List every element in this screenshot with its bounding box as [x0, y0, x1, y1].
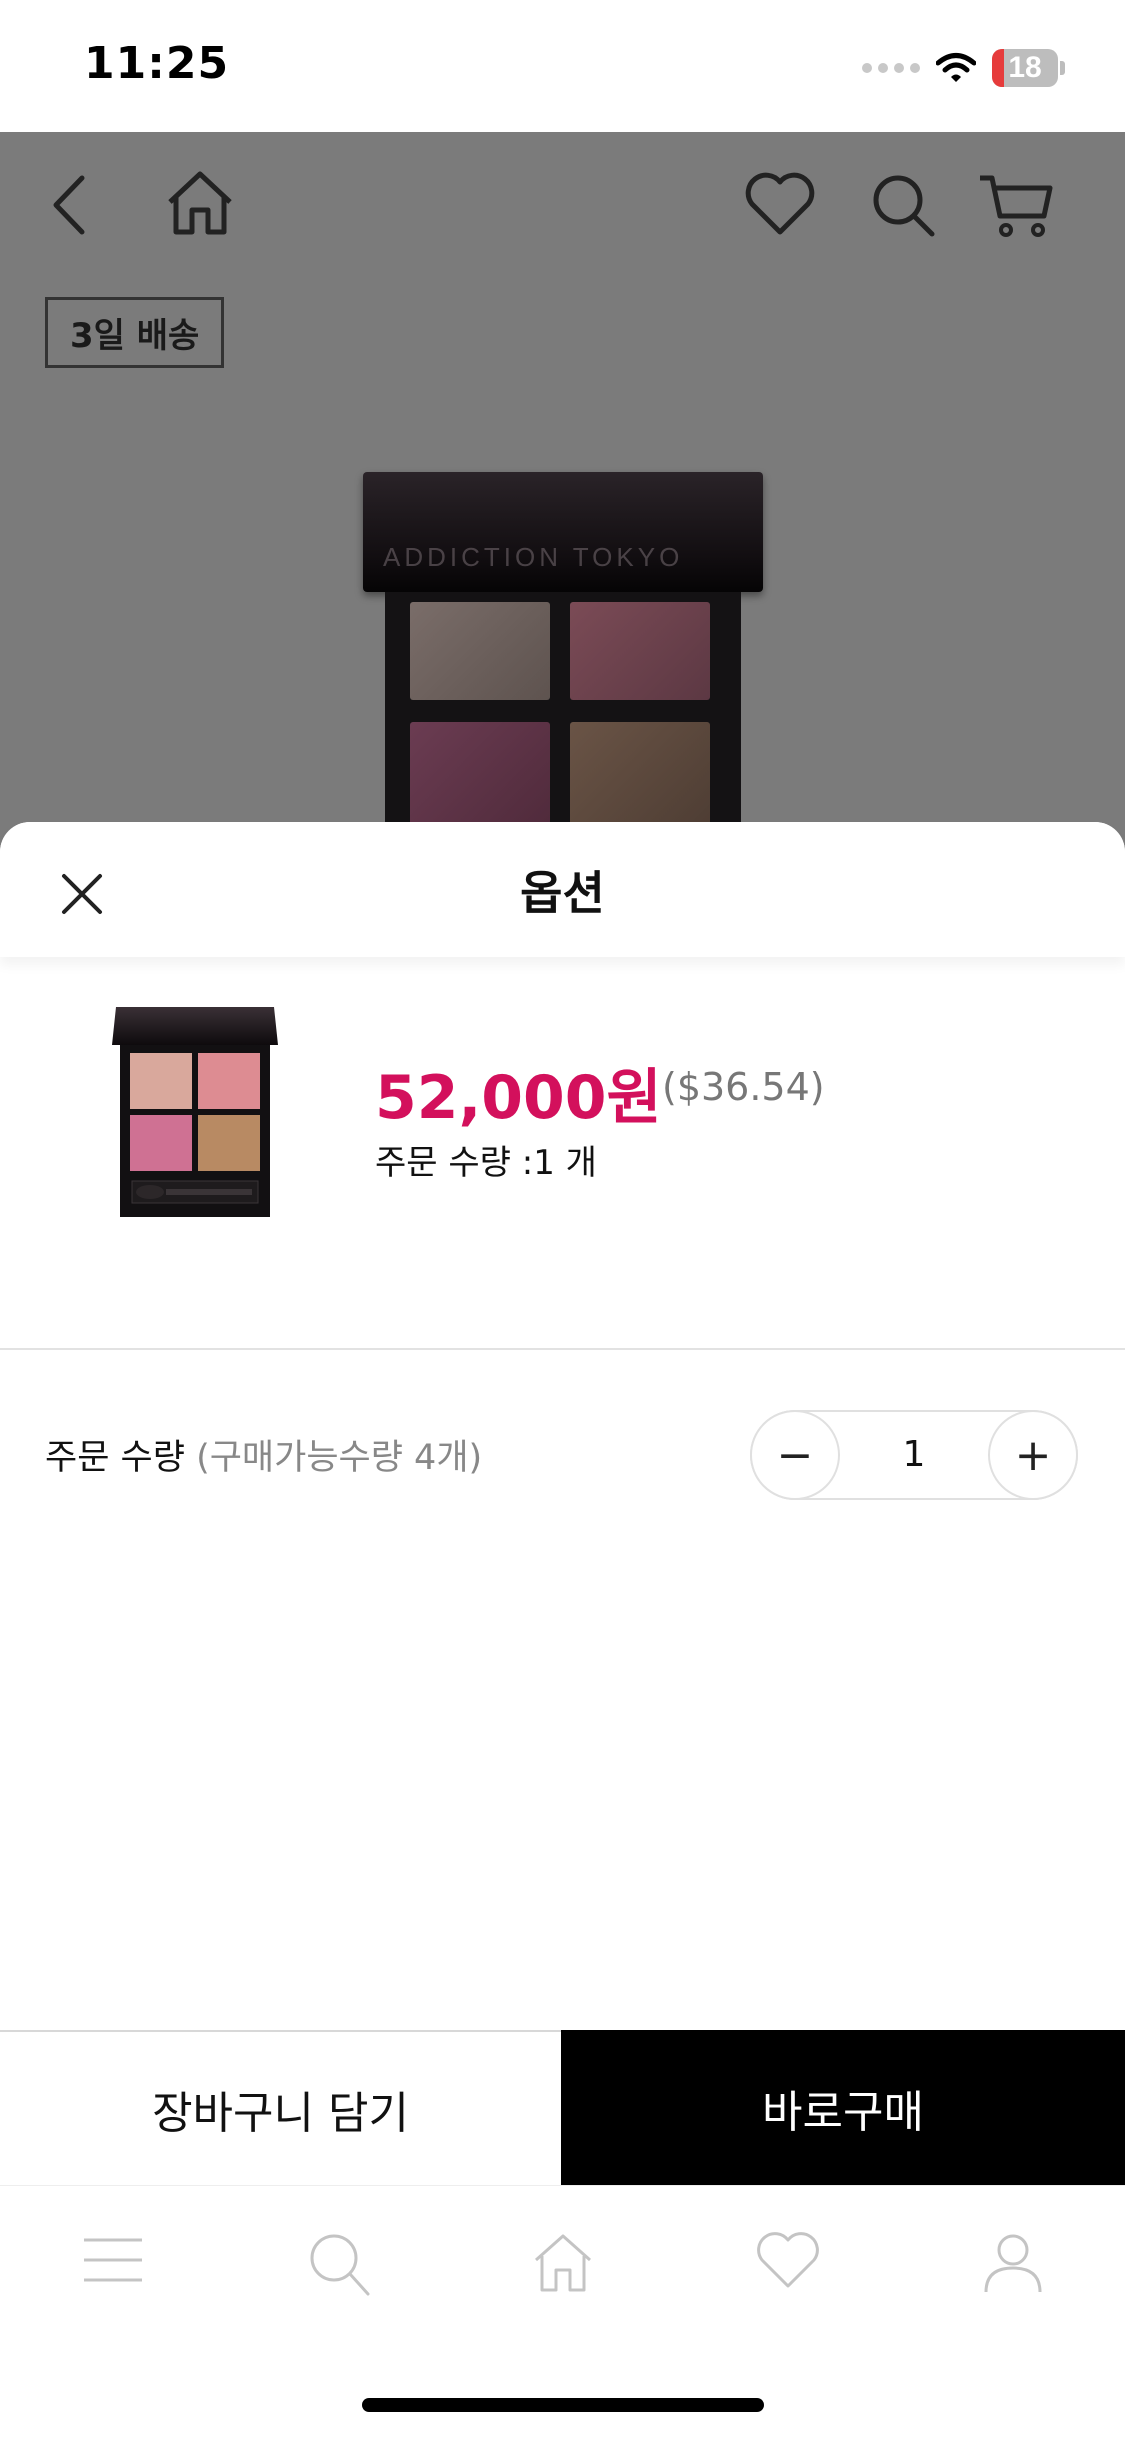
- home-icon[interactable]: [164, 170, 236, 236]
- quantity-value: 1: [902, 1434, 926, 1475]
- product-thumbnail: [112, 1007, 278, 1217]
- delivery-tag: 3일 배송: [45, 297, 225, 368]
- buy-now-button[interactable]: 바로구매: [561, 2030, 1125, 2185]
- product-price-usd: ($36.54): [662, 1065, 825, 1109]
- product-price: 52,000원: [375, 1063, 662, 1133]
- quantity-stepper[interactable]: − 1 +: [750, 1410, 1078, 1500]
- home-indicator: [362, 2398, 764, 2412]
- divider: [0, 1348, 1125, 1350]
- person-icon[interactable]: [982, 2232, 1044, 2294]
- selected-product: 52,000원 ($36.54) 주문 수량 :1 개: [0, 957, 1125, 1217]
- order-quantity-summary: 주문 수량 :1 개: [375, 1143, 597, 1183]
- search-icon[interactable]: [308, 2232, 370, 2296]
- back-icon[interactable]: [48, 172, 88, 238]
- increase-button[interactable]: +: [988, 1410, 1078, 1500]
- status-bar: 11:25 18: [0, 0, 1125, 132]
- cart-icon[interactable]: [978, 172, 1054, 240]
- sheet-header: 옵션: [0, 822, 1125, 957]
- battery-icon: 18: [992, 49, 1065, 87]
- wifi-icon: [936, 53, 976, 82]
- menu-icon[interactable]: [82, 2232, 144, 2288]
- search-icon[interactable]: [870, 172, 936, 238]
- signal-icon: [862, 63, 920, 73]
- product-brand-text: ADDICTION TOKYO: [383, 542, 684, 572]
- decrease-button[interactable]: −: [750, 1410, 840, 1500]
- home-icon[interactable]: [532, 2232, 594, 2292]
- battery-level: 18: [1008, 51, 1042, 84]
- add-to-cart-button[interactable]: 장바구니 담기: [0, 2032, 561, 2185]
- quantity-label: 주문 수량 (구매가능수량 4개): [45, 1429, 482, 1480]
- sheet-title: 옵션: [520, 866, 605, 920]
- heart-icon[interactable]: [744, 172, 816, 236]
- status-icons: 18: [862, 48, 1065, 88]
- status-time: 11:25: [84, 38, 230, 89]
- action-bar: 장바구니 담기 바로구매: [0, 2030, 1125, 2185]
- heart-icon[interactable]: [756, 2232, 820, 2290]
- quantity-label-text: 주문 수량: [45, 1438, 185, 1478]
- available-quantity: (구매가능수량 4개): [196, 1438, 483, 1478]
